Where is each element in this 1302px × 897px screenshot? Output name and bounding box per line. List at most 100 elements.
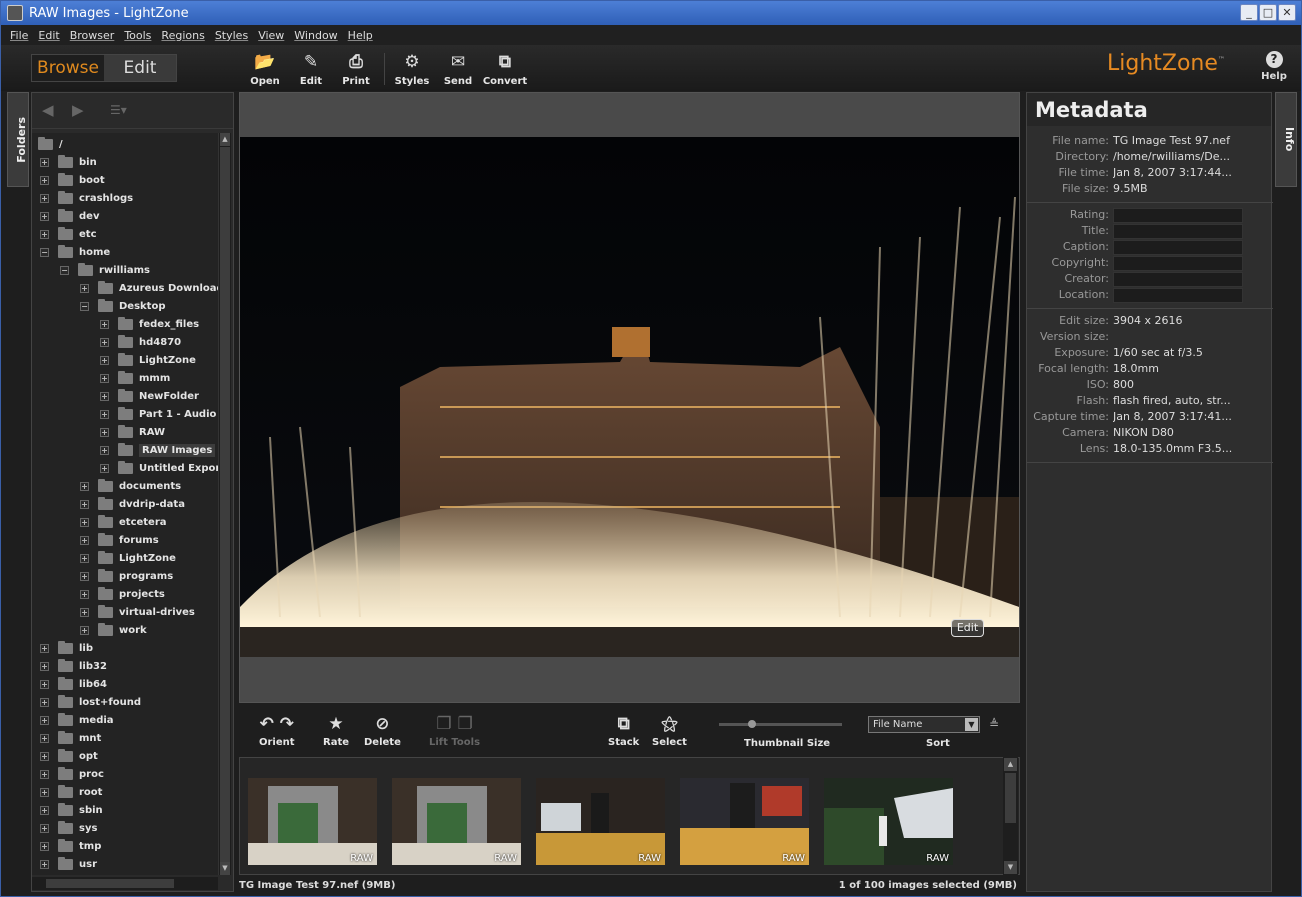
metadata-input[interactable] [1113,272,1243,287]
expand-toggle-icon[interactable]: + [40,661,49,671]
edit-badge[interactable]: Edit [951,619,984,637]
folder-tree-vertical-scrollbar[interactable]: ▲ ▼ [218,133,231,875]
lift-tools-button[interactable]: ❐ ❐ Lift Tools [429,714,480,748]
tree-item[interactable]: + etcetera [80,513,167,531]
expand-toggle-icon[interactable]: + [40,841,49,851]
expand-toggle-icon[interactable]: + [40,769,49,779]
expand-toggle-icon[interactable]: + [80,607,89,617]
expand-toggle-icon[interactable]: + [40,733,49,743]
expand-toggle-icon[interactable]: − [60,265,69,275]
convert-button[interactable]: ⧉ Convert [480,51,530,87]
rate-button[interactable]: ★ Rate [323,714,349,748]
tree-item[interactable]: + LightZone [100,351,196,369]
thumbnail-scrollbar[interactable]: ▲ ▼ [1003,757,1018,875]
tree-item[interactable]: + dev [40,207,99,225]
tree-item[interactable]: + media [40,711,114,729]
metadata-input[interactable] [1113,208,1243,223]
expand-toggle-icon[interactable]: + [100,319,109,329]
tree-item[interactable]: + boot [40,171,105,189]
expand-toggle-icon[interactable]: + [40,697,49,707]
expand-toggle-icon[interactable]: + [80,499,89,509]
open-button[interactable]: 📂 Open [240,51,290,87]
expand-toggle-icon[interactable]: + [80,517,89,527]
expand-toggle-icon[interactable]: + [100,373,109,383]
tree-item[interactable]: + RAW [100,423,165,441]
tree-item[interactable]: + bin [40,153,97,171]
scrollbar-thumb[interactable] [46,879,174,888]
expand-toggle-icon[interactable]: + [100,355,109,365]
expand-toggle-icon[interactable]: + [80,625,89,635]
tree-item[interactable]: + NewFolder [100,387,199,405]
expand-toggle-icon[interactable]: + [40,859,49,869]
menu-window[interactable]: Window [294,29,337,42]
expand-toggle-icon[interactable]: + [80,553,89,563]
expand-toggle-icon[interactable]: + [40,823,49,833]
slider-knob[interactable] [747,720,756,728]
expand-toggle-icon[interactable]: + [40,787,49,797]
minimize-button[interactable]: _ [1240,4,1258,21]
expand-toggle-icon[interactable]: + [100,409,109,419]
select-button[interactable]: ⚝ Select [652,714,687,748]
tree-item[interactable]: + lib32 [40,657,107,675]
expand-toggle-icon[interactable]: + [40,193,49,203]
tree-item[interactable]: + fedex_files [100,315,199,333]
expand-toggle-icon[interactable]: + [80,535,89,545]
tab-folders[interactable]: Folders [7,92,29,187]
tree-item[interactable]: + hd4870 [100,333,181,351]
preview-image[interactable]: Edit [240,137,1019,657]
expand-toggle-icon[interactable]: + [100,463,109,473]
expand-toggle-icon[interactable]: + [40,175,49,185]
edit-button[interactable]: ✎ Edit [286,51,336,87]
tree-item[interactable]: + LightZone [80,549,176,567]
tree-item[interactable]: + sbin [40,801,103,819]
tree-item[interactable]: + mnt [40,729,101,747]
thumbnail[interactable]: RAW [680,778,809,865]
expand-toggle-icon[interactable]: − [80,301,89,311]
expand-toggle-icon[interactable]: + [100,337,109,347]
thumbnail-size-slider[interactable] [719,720,842,728]
expand-toggle-icon[interactable]: + [40,805,49,815]
tree-item[interactable]: + Untitled Export [100,459,218,477]
forward-arrow-icon[interactable]: ▶ [72,101,84,119]
expand-toggle-icon[interactable]: + [100,391,109,401]
menu-browser[interactable]: Browser [70,29,115,42]
scrollbar-thumb[interactable] [1005,773,1016,823]
expand-toggle-icon[interactable]: + [40,229,49,239]
maximize-button[interactable]: □ [1259,4,1277,21]
tree-root[interactable]: / [38,135,63,153]
tab-info[interactable]: Info [1275,92,1297,187]
thumbnail[interactable]: RAW [824,778,953,865]
tree-item[interactable]: + projects [80,585,165,603]
expand-toggle-icon[interactable]: + [80,589,89,599]
expand-toggle-icon[interactable]: + [80,481,89,491]
scroll-down-arrow-icon[interactable]: ▼ [220,862,230,875]
menu-file[interactable]: File [10,29,28,42]
styles-button[interactable]: ⚙ Styles [387,51,437,87]
tree-item[interactable]: + Part 1 - Audio F [100,405,218,423]
tree-item[interactable]: + opt [40,747,98,765]
browse-mode-button[interactable]: Browse [32,55,104,81]
tree-item[interactable]: + forums [80,531,159,549]
menu-view[interactable]: View [258,29,284,42]
tree-item[interactable]: + lost+found [40,693,141,711]
metadata-input[interactable] [1113,256,1243,271]
tree-item[interactable]: + etc [40,225,97,243]
thumbnail[interactable]: RAW [248,778,377,865]
expand-toggle-icon[interactable]: + [40,679,49,689]
orient-button[interactable]: ↶ ↷ Orient [259,714,295,748]
expand-toggle-icon[interactable]: + [40,715,49,725]
tree-item[interactable]: + virtual-drives [80,603,195,621]
metadata-input[interactable] [1113,288,1243,303]
tree-item[interactable]: − Desktop [80,297,166,315]
thumbnail[interactable]: RAW [392,778,521,865]
expand-toggle-icon[interactable]: + [100,427,109,437]
expand-toggle-icon[interactable]: + [40,211,49,221]
metadata-input[interactable] [1113,240,1243,255]
scroll-down-arrow-icon[interactable]: ▼ [1004,861,1017,874]
tree-item[interactable]: − rwilliams [60,261,150,279]
menu-help[interactable]: Help [348,29,373,42]
scroll-up-arrow-icon[interactable]: ▲ [220,133,230,146]
expand-toggle-icon[interactable]: − [40,247,49,257]
expand-toggle-icon[interactable]: + [80,571,89,581]
expand-toggle-icon[interactable]: + [100,445,109,455]
